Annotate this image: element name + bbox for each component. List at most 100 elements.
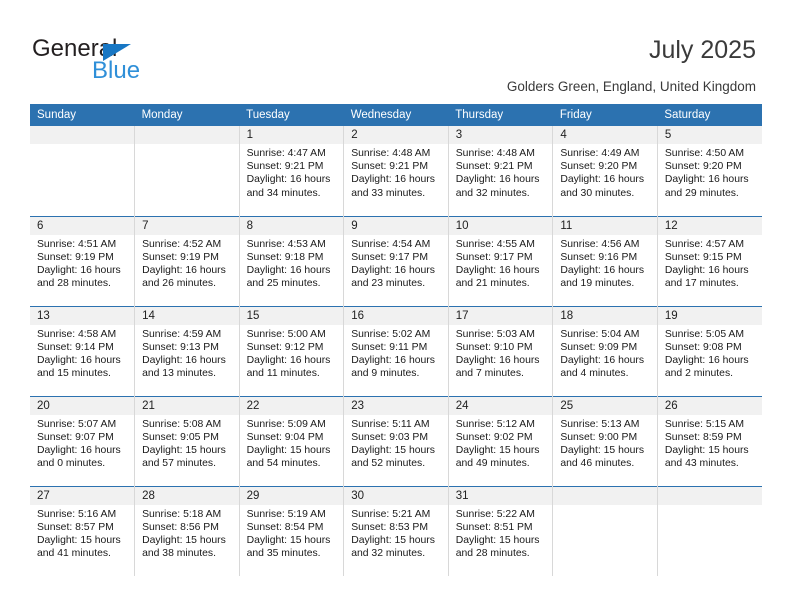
- sunset-text: Sunset: 9:04 PM: [246, 431, 324, 443]
- sunset-text: Sunset: 9:08 PM: [664, 341, 742, 353]
- calendar-day-cell[interactable]: 30 Sunrise: 5:21 AM Sunset: 8:53 PM Dayl…: [343, 485, 449, 576]
- calendar-day-cell[interactable]: 23 Sunrise: 5:11 AM Sunset: 9:03 PM Dayl…: [343, 395, 449, 486]
- calendar-day-cell[interactable]: 19 Sunrise: 5:05 AM Sunset: 9:08 PM Dayl…: [657, 305, 762, 396]
- day-number: 19: [657, 307, 762, 325]
- daylight-text-line2: and 26 minutes.: [142, 278, 216, 290]
- daylight-text-line1: Daylight: 16 hours: [246, 354, 331, 366]
- day-number: 28: [135, 487, 239, 505]
- sunrise-text: Sunrise: 5:04 AM: [560, 328, 640, 340]
- calendar-week-row: 13 Sunrise: 4:58 AM Sunset: 9:14 PM Dayl…: [30, 305, 762, 396]
- day-number: 1: [239, 126, 343, 144]
- calendar-day-cell[interactable]: 7 Sunrise: 4:52 AM Sunset: 9:19 PM Dayli…: [134, 215, 240, 306]
- calendar-day-cell[interactable]: 22 Sunrise: 5:09 AM Sunset: 9:04 PM Dayl…: [239, 395, 345, 486]
- calendar-day-cell[interactable]: 3 Sunrise: 4:48 AM Sunset: 9:21 PM Dayli…: [448, 126, 554, 216]
- calendar-day-cell[interactable]: 13 Sunrise: 4:58 AM Sunset: 9:14 PM Dayl…: [30, 305, 136, 396]
- sunrise-text: Sunrise: 4:59 AM: [142, 328, 222, 340]
- calendar-day-cell[interactable]: 5 Sunrise: 4:50 AM Sunset: 9:20 PM Dayli…: [657, 126, 762, 216]
- page-header: General Blue July 2025 Golders Green, En…: [0, 0, 792, 100]
- daylight-text-line2: and 33 minutes.: [351, 187, 426, 199]
- calendar-day-cell[interactable]: 31 Sunrise: 5:22 AM Sunset: 8:51 PM Dayl…: [448, 485, 554, 576]
- day-number: 9: [344, 217, 448, 235]
- sunset-text: Sunset: 9:14 PM: [37, 341, 114, 353]
- day-details: Sunrise: 5:15 AM Sunset: 8:59 PM Dayligh…: [658, 415, 762, 471]
- daylight-text-line1: Daylight: 16 hours: [560, 174, 645, 186]
- day-details: Sunrise: 5:22 AM Sunset: 8:51 PM Dayligh…: [449, 505, 552, 561]
- calendar-day-cell[interactable]: 24 Sunrise: 5:12 AM Sunset: 9:02 PM Dayl…: [448, 395, 554, 486]
- daylight-text-line2: and 49 minutes.: [455, 458, 530, 470]
- calendar-day-cell[interactable]: 28 Sunrise: 5:18 AM Sunset: 8:56 PM Dayl…: [134, 485, 240, 576]
- calendar-day-cell[interactable]: 2 Sunrise: 4:48 AM Sunset: 9:21 PM Dayli…: [343, 126, 449, 216]
- calendar-day-cell[interactable]: 8 Sunrise: 4:53 AM Sunset: 9:18 PM Dayli…: [239, 215, 345, 306]
- calendar-day-cell[interactable]: 1 Sunrise: 4:47 AM Sunset: 9:21 PM Dayli…: [239, 126, 345, 216]
- daylight-text-line1: Daylight: 16 hours: [351, 264, 435, 276]
- day-details: Sunrise: 5:18 AM Sunset: 8:56 PM Dayligh…: [135, 505, 238, 561]
- sunset-text: Sunset: 9:21 PM: [246, 161, 324, 173]
- calendar-day-cell[interactable]: 20 Sunrise: 5:07 AM Sunset: 9:07 PM Dayl…: [30, 395, 136, 486]
- weekday-header-saturday: Saturday: [657, 104, 762, 126]
- daylight-text-line2: and 57 minutes.: [142, 458, 216, 470]
- day-details: Sunrise: 4:52 AM Sunset: 9:19 PM Dayligh…: [135, 235, 238, 291]
- day-details: Sunrise: 5:07 AM Sunset: 9:07 PM Dayligh…: [30, 415, 134, 471]
- sunrise-text: Sunrise: 5:11 AM: [351, 418, 430, 430]
- calendar-header-row-group: Sunday Monday Tuesday Wednesday Thursday…: [30, 104, 762, 126]
- calendar-day-cell[interactable]: 17 Sunrise: 5:03 AM Sunset: 9:10 PM Dayl…: [448, 305, 554, 396]
- calendar-day-cell[interactable]: 29 Sunrise: 5:19 AM Sunset: 8:54 PM Dayl…: [239, 485, 345, 576]
- day-number: 26: [657, 397, 762, 415]
- daylight-text-line2: and 13 minutes.: [142, 368, 216, 380]
- day-number: 10: [448, 217, 552, 235]
- day-details: Sunrise: 4:56 AM Sunset: 9:16 PM Dayligh…: [553, 235, 656, 291]
- calendar-day-cell[interactable]: 6 Sunrise: 4:51 AM Sunset: 9:19 PM Dayli…: [30, 215, 136, 306]
- daylight-text-line2: and 15 minutes.: [37, 368, 111, 380]
- calendar-day-cell[interactable]: [657, 485, 762, 576]
- sunset-text: Sunset: 9:09 PM: [560, 341, 638, 353]
- sunset-text: Sunset: 9:17 PM: [455, 251, 533, 263]
- calendar-day-cell[interactable]: 16 Sunrise: 5:02 AM Sunset: 9:11 PM Dayl…: [343, 305, 449, 396]
- weekday-header-tuesday: Tuesday: [239, 104, 344, 126]
- daylight-text-line1: Daylight: 15 hours: [560, 444, 645, 456]
- daylight-text-line2: and 54 minutes.: [246, 458, 321, 470]
- daylight-text-line1: Daylight: 15 hours: [37, 534, 121, 546]
- sunset-text: Sunset: 8:53 PM: [351, 521, 429, 533]
- sunset-text: Sunset: 9:18 PM: [246, 251, 324, 263]
- day-details: Sunrise: 4:55 AM Sunset: 9:17 PM Dayligh…: [449, 235, 552, 291]
- sunset-text: Sunset: 9:03 PM: [351, 431, 429, 443]
- calendar-day-cell[interactable]: 18 Sunrise: 5:04 AM Sunset: 9:09 PM Dayl…: [552, 305, 658, 396]
- day-number: 7: [135, 217, 239, 235]
- sunset-text: Sunset: 9:20 PM: [560, 161, 638, 173]
- calendar-day-cell[interactable]: [552, 485, 658, 576]
- daylight-text-line1: Daylight: 16 hours: [560, 354, 645, 366]
- day-details: Sunrise: 5:19 AM Sunset: 8:54 PM Dayligh…: [240, 505, 343, 561]
- weekday-header-sunday: Sunday: [30, 104, 135, 126]
- daylight-text-line1: Daylight: 15 hours: [351, 534, 435, 546]
- daylight-text-line2: and 35 minutes.: [246, 548, 321, 560]
- daylight-text-line2: and 28 minutes.: [37, 278, 111, 290]
- sunset-text: Sunset: 8:56 PM: [142, 521, 219, 533]
- calendar-day-cell[interactable]: 26 Sunrise: 5:15 AM Sunset: 8:59 PM Dayl…: [657, 395, 762, 486]
- daylight-text-line2: and 38 minutes.: [142, 548, 216, 560]
- calendar-day-cell[interactable]: 14 Sunrise: 4:59 AM Sunset: 9:13 PM Dayl…: [134, 305, 240, 396]
- calendar-day-cell[interactable]: 21 Sunrise: 5:08 AM Sunset: 9:05 PM Dayl…: [134, 395, 240, 486]
- calendar-day-cell[interactable]: [134, 126, 240, 216]
- daylight-text-line1: Daylight: 15 hours: [455, 534, 540, 546]
- calendar-day-cell[interactable]: 12 Sunrise: 4:57 AM Sunset: 9:15 PM Dayl…: [657, 215, 762, 306]
- daylight-text-line1: Daylight: 16 hours: [37, 444, 121, 456]
- day-number: 15: [239, 307, 343, 325]
- daylight-text-line2: and 23 minutes.: [351, 278, 426, 290]
- calendar-day-cell[interactable]: 25 Sunrise: 5:13 AM Sunset: 9:00 PM Dayl…: [552, 395, 658, 486]
- daylight-text-line2: and 28 minutes.: [455, 548, 530, 560]
- sunrise-text: Sunrise: 4:51 AM: [37, 238, 117, 250]
- calendar-day-cell[interactable]: 10 Sunrise: 4:55 AM Sunset: 9:17 PM Dayl…: [448, 215, 554, 306]
- calendar-week-row: 6 Sunrise: 4:51 AM Sunset: 9:19 PM Dayli…: [30, 215, 762, 306]
- calendar-day-cell[interactable]: 15 Sunrise: 5:00 AM Sunset: 9:12 PM Dayl…: [239, 305, 345, 396]
- calendar-day-cell[interactable]: 4 Sunrise: 4:49 AM Sunset: 9:20 PM Dayli…: [552, 126, 658, 216]
- day-number: 3: [448, 126, 552, 144]
- calendar-day-cell[interactable]: 9 Sunrise: 4:54 AM Sunset: 9:17 PM Dayli…: [343, 215, 449, 306]
- calendar-page: General Blue July 2025 Golders Green, En…: [0, 0, 792, 612]
- calendar-day-cell[interactable]: [30, 126, 136, 216]
- calendar-day-cell[interactable]: 11 Sunrise: 4:56 AM Sunset: 9:16 PM Dayl…: [552, 215, 658, 306]
- day-details: Sunrise: 4:48 AM Sunset: 9:21 PM Dayligh…: [449, 144, 552, 200]
- calendar-day-cell[interactable]: 27 Sunrise: 5:16 AM Sunset: 8:57 PM Dayl…: [30, 485, 136, 576]
- general-blue-logo[interactable]: General Blue: [32, 36, 262, 86]
- daylight-text-line2: and 41 minutes.: [37, 548, 111, 560]
- sunset-text: Sunset: 9:19 PM: [142, 251, 219, 263]
